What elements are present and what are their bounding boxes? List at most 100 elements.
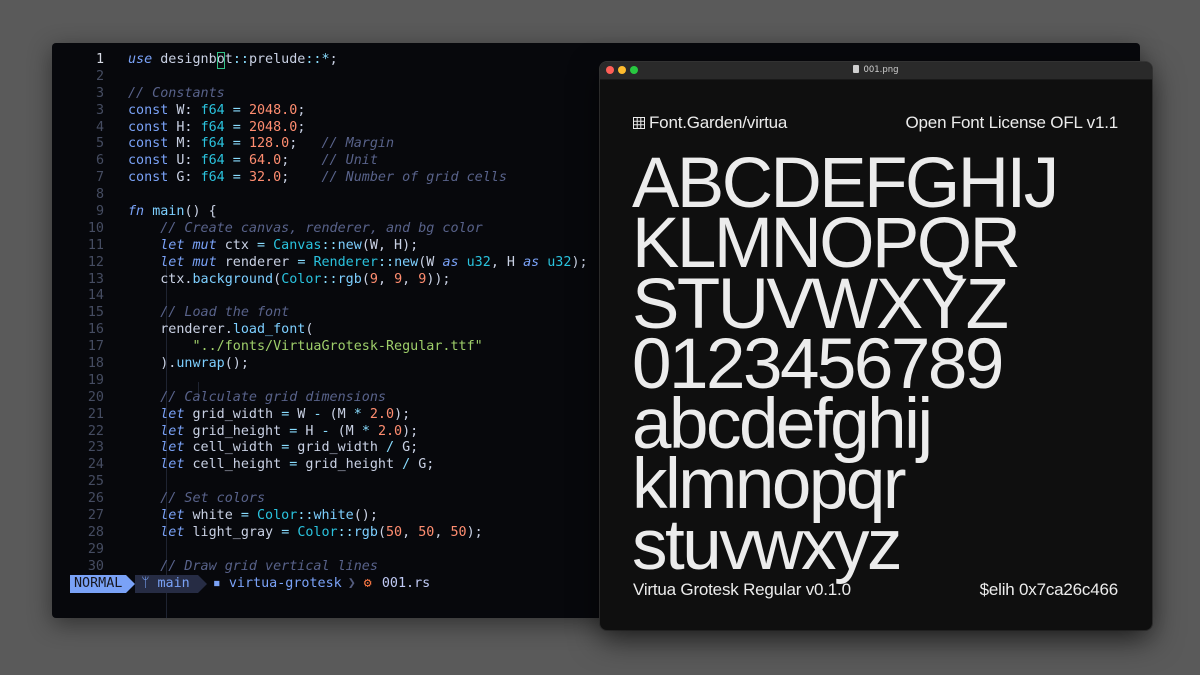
line-number: 2 <box>95 68 104 84</box>
code-token: const <box>128 102 169 118</box>
mode-indicator: NORMAL <box>70 575 127 593</box>
line-source: const G: f64 = 32.0; // Number of grid c… <box>128 170 507 187</box>
code-token: ( <box>361 271 370 287</box>
code-token: Color <box>297 524 338 540</box>
code-token: ::* <box>305 52 330 67</box>
code-token: grid_width <box>289 440 386 456</box>
code-token: = <box>224 170 249 186</box>
code-token: f64 <box>200 102 225 118</box>
code-token: ctx <box>216 237 257 253</box>
folder-breadcrumb[interactable]: ▪ virtua-grotesk <box>207 575 348 593</box>
code-token: ; <box>281 153 322 169</box>
line-number: 27 <box>87 508 104 524</box>
chevron-right-icon: ❯ <box>347 576 356 591</box>
git-branch[interactable]: ᛘ main <box>135 575 198 593</box>
code-token: 2048.0 <box>248 102 298 118</box>
font-version: Virtua Grotesk Regular v0.1.0 <box>633 580 851 599</box>
code-token: 128.0 <box>248 136 290 152</box>
window-titlebar[interactable]: 001.png <box>600 62 1152 80</box>
code-token: :: <box>297 508 314 524</box>
code-token: G; <box>394 440 419 456</box>
code-token: ; <box>281 170 322 186</box>
code-token: H: <box>168 119 201 135</box>
code-token: 9 <box>369 271 378 287</box>
code-token: (W <box>418 254 443 270</box>
file-name[interactable]: 001.rs <box>376 575 430 593</box>
code-token: prelude <box>248 52 306 67</box>
code-token: Color <box>257 508 298 524</box>
code-token: :: <box>321 237 338 253</box>
line-number: 8 <box>95 187 104 203</box>
line-source: "../fonts/VirtuaGrotesk-Regular.ttf" <box>128 339 483 356</box>
code-token: mut <box>192 237 217 253</box>
code-token: () { <box>184 204 217 220</box>
code-token: designb <box>152 52 217 67</box>
separator-arrow <box>197 575 207 593</box>
code-token: use <box>128 52 153 67</box>
line-number: 21 <box>87 406 104 422</box>
line-source: const U: f64 = 64.0; // Unit <box>128 153 378 170</box>
line-source: const W: f64 = 2048.0; <box>128 103 305 120</box>
code-token: W: <box>168 102 201 118</box>
code-token: (); <box>353 508 378 524</box>
code-token: u32 <box>466 254 491 270</box>
header-left: Font.Garden/virtua <box>633 113 787 133</box>
code-token: ( <box>305 322 314 338</box>
code-token: 50 <box>386 524 403 540</box>
code-token: const <box>128 153 169 169</box>
code-token: / <box>386 440 395 456</box>
code-token: // Draw grid vertical lines <box>160 558 378 574</box>
code-token: (M <box>329 423 362 439</box>
font-specimen-image: Font.Garden/virtua Open Font License OFL… <box>600 80 1152 630</box>
code-token: ; <box>297 102 306 118</box>
line-source: // Draw grid vertical lines <box>128 559 378 576</box>
line-number: 18 <box>87 356 104 372</box>
code-token: // Constants <box>128 85 225 101</box>
code-token: - <box>321 423 330 439</box>
folder-name: virtua-grotesk <box>228 576 342 591</box>
code-token: white <box>184 508 241 524</box>
line-number: 24 <box>87 457 104 473</box>
code-token: let <box>160 406 185 422</box>
code-token: renderer. <box>128 322 233 338</box>
code-token: / <box>402 457 411 473</box>
code-token: let <box>160 457 185 473</box>
code-token: new <box>394 254 419 270</box>
line-number: 12 <box>87 254 104 270</box>
line-number: 20 <box>87 389 104 405</box>
code-token: // Margin <box>321 136 395 152</box>
code-token: let <box>160 440 185 456</box>
code-token: white <box>313 508 354 524</box>
code-token: = <box>240 508 249 524</box>
code-token: const <box>128 136 169 152</box>
code-token: , <box>434 524 451 540</box>
line-number: 6 <box>95 153 104 169</box>
specimen-line: stuvwxyz <box>632 505 903 585</box>
line-number: 3 <box>95 85 104 101</box>
code-token: :: <box>321 271 338 287</box>
code-token: grid_width <box>184 406 282 422</box>
code-token: let <box>160 254 185 270</box>
code-token: :: <box>232 52 249 67</box>
code-token: light_gray <box>184 524 282 540</box>
line-source: ).unwrap(); <box>128 356 249 373</box>
line-source: // Set colors <box>128 491 265 508</box>
code-token: load_font <box>232 322 306 338</box>
image-preview-window[interactable]: 001.png Font.Garden/virtua Open Font Lic… <box>600 62 1152 630</box>
code-token: // Calculate grid dimensions <box>160 389 386 405</box>
line-number: 22 <box>87 423 104 439</box>
line-number: 19 <box>87 372 104 388</box>
window-title: 001.png <box>600 62 1152 79</box>
separator-arrow <box>126 575 136 593</box>
